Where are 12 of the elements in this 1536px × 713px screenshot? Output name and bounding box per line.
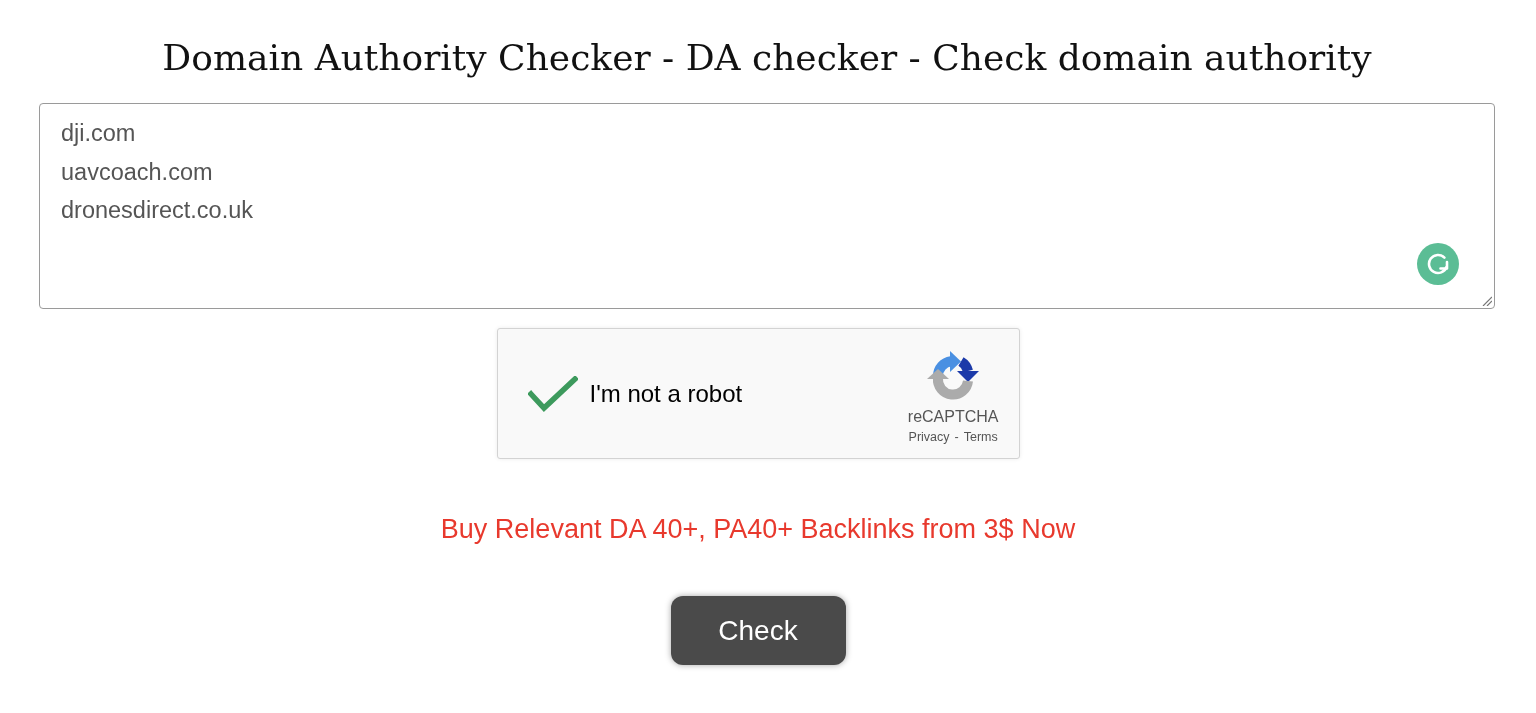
captcha-link[interactable]: Privacy [908, 428, 950, 446]
link-separator: - [954, 429, 959, 446]
captcha-label: I'm not a robot [589, 379, 743, 408]
letter-g-circle-icon[interactable] [1417, 243, 1459, 285]
resize-handle-icon[interactable] [1482, 296, 1492, 306]
domains-textarea[interactable]: dji.com uavcoach.com dronesdirect.co.uk [39, 103, 1495, 309]
captcha-brand: reCAPTCHA [907, 407, 999, 427]
page-title: Domain Authority Checker - DA checker - Check domain authority [161, 36, 1373, 80]
captcha-link[interactable]: Terms [963, 428, 998, 446]
promo-link[interactable]: Buy Relevant DA 40+, PA40+ Backlinks from 3$ Now [440, 513, 1076, 545]
check-mark-icon[interactable] [527, 375, 578, 412]
check-button[interactable]: Check [670, 596, 846, 665]
